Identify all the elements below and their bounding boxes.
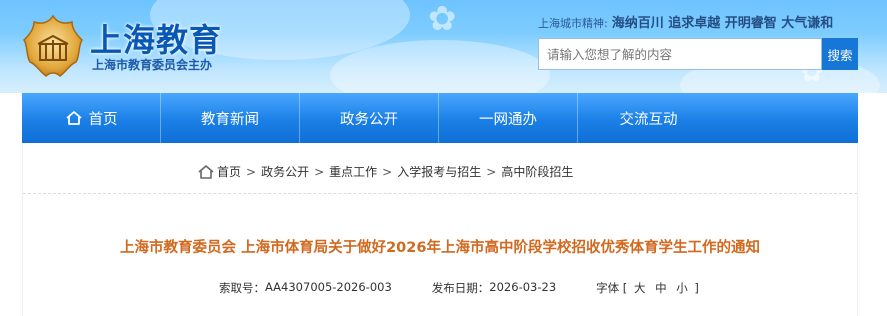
site-subtitle: 上海市教育委员会主办 xyxy=(92,58,213,72)
font-size-bracket: ] xyxy=(694,281,699,295)
breadcrumb-link-admission[interactable]: 入学报考与招生 xyxy=(397,163,481,180)
article-meta: 索取号： AA4307005-2026-003 发布日期： 2026-03-23… xyxy=(219,280,699,296)
date-value: 2026-03-23 xyxy=(489,280,557,294)
search-input[interactable] xyxy=(538,38,822,70)
nav-item-education-news[interactable]: 教育新闻 xyxy=(161,93,300,143)
breadcrumb-separator: > xyxy=(382,164,393,179)
nav-item-label: 一网通办 xyxy=(479,111,537,128)
breadcrumb-link-home[interactable]: 首页 xyxy=(217,163,241,180)
font-size-large-button[interactable]: 大 xyxy=(634,281,646,295)
index-label: 索取号： xyxy=(219,281,265,295)
motto-label: 上海城市精神: xyxy=(538,17,608,30)
nav-item-government-affairs[interactable]: 政务公开 xyxy=(300,93,439,143)
nav-item-interaction[interactable]: 交流互动 xyxy=(578,93,719,143)
date-label: 发布日期： xyxy=(431,281,490,295)
breadcrumb-separator: > xyxy=(486,164,497,179)
breadcrumb-link-key-work[interactable]: 重点工作 xyxy=(329,163,377,180)
main-nav: 首页 教育新闻 政务公开 一网通办 交流互动 xyxy=(22,93,858,143)
home-icon xyxy=(65,110,83,126)
breadcrumb-separator: > xyxy=(314,164,325,179)
nav-item-label: 首页 xyxy=(88,111,118,128)
font-size-medium-button[interactable]: 中 xyxy=(655,281,667,295)
nav-item-label: 交流互动 xyxy=(619,111,678,128)
search-button[interactable]: 搜索 xyxy=(822,38,858,70)
logo-emblem-icon xyxy=(22,14,84,80)
main-content: 首页 > 政务公开 > 重点工作 > 入学报考与招生 > 高中阶段招生 上海市教… xyxy=(22,143,858,316)
font-size-small-button[interactable]: 小 xyxy=(676,281,688,295)
site-header: ✿ ✿ 上海教育 上海市教育委员会主办 上海城市精神: 海纳百川 追求卓越 开明… xyxy=(0,0,887,93)
nav-item-label: 教育新闻 xyxy=(201,111,259,128)
breadcrumb-link-high-school-enrollment[interactable]: 高中阶段招生 xyxy=(501,163,573,180)
magnolia-decoration-icon: ✿ xyxy=(428,0,457,39)
nav-item-home[interactable]: 首页 xyxy=(22,93,161,143)
nav-item-one-stop-service[interactable]: 一网通办 xyxy=(439,93,578,143)
breadcrumb-link-government-affairs[interactable]: 政务公开 xyxy=(261,163,309,180)
index-value: AA4307005-2026-003 xyxy=(265,280,392,294)
breadcrumb-divider xyxy=(23,193,857,194)
font-size-label: 字体 xyxy=(596,281,620,295)
nav-item-label: 政务公开 xyxy=(340,111,398,128)
motto-text: 海纳百川 追求卓越 开明睿智 大气谦和 xyxy=(611,16,834,31)
article-title: 上海市教育委员会 上海市体育局关于做好2026年上海市高中阶段学校招收优秀体育学… xyxy=(120,240,760,256)
site-title[interactable]: 上海教育 xyxy=(90,15,222,61)
home-icon xyxy=(198,164,214,179)
font-size-bracket: [ xyxy=(622,281,628,295)
city-motto: 上海城市精神: 海纳百川 追求卓越 开明睿智 大气谦和 xyxy=(538,12,833,31)
breadcrumb-separator: > xyxy=(246,164,257,179)
font-size-control: 字体 [ 大 中 小 ] xyxy=(596,280,699,296)
breadcrumb: 首页 > 政务公开 > 重点工作 > 入学报考与招生 > 高中阶段招生 xyxy=(198,163,573,180)
